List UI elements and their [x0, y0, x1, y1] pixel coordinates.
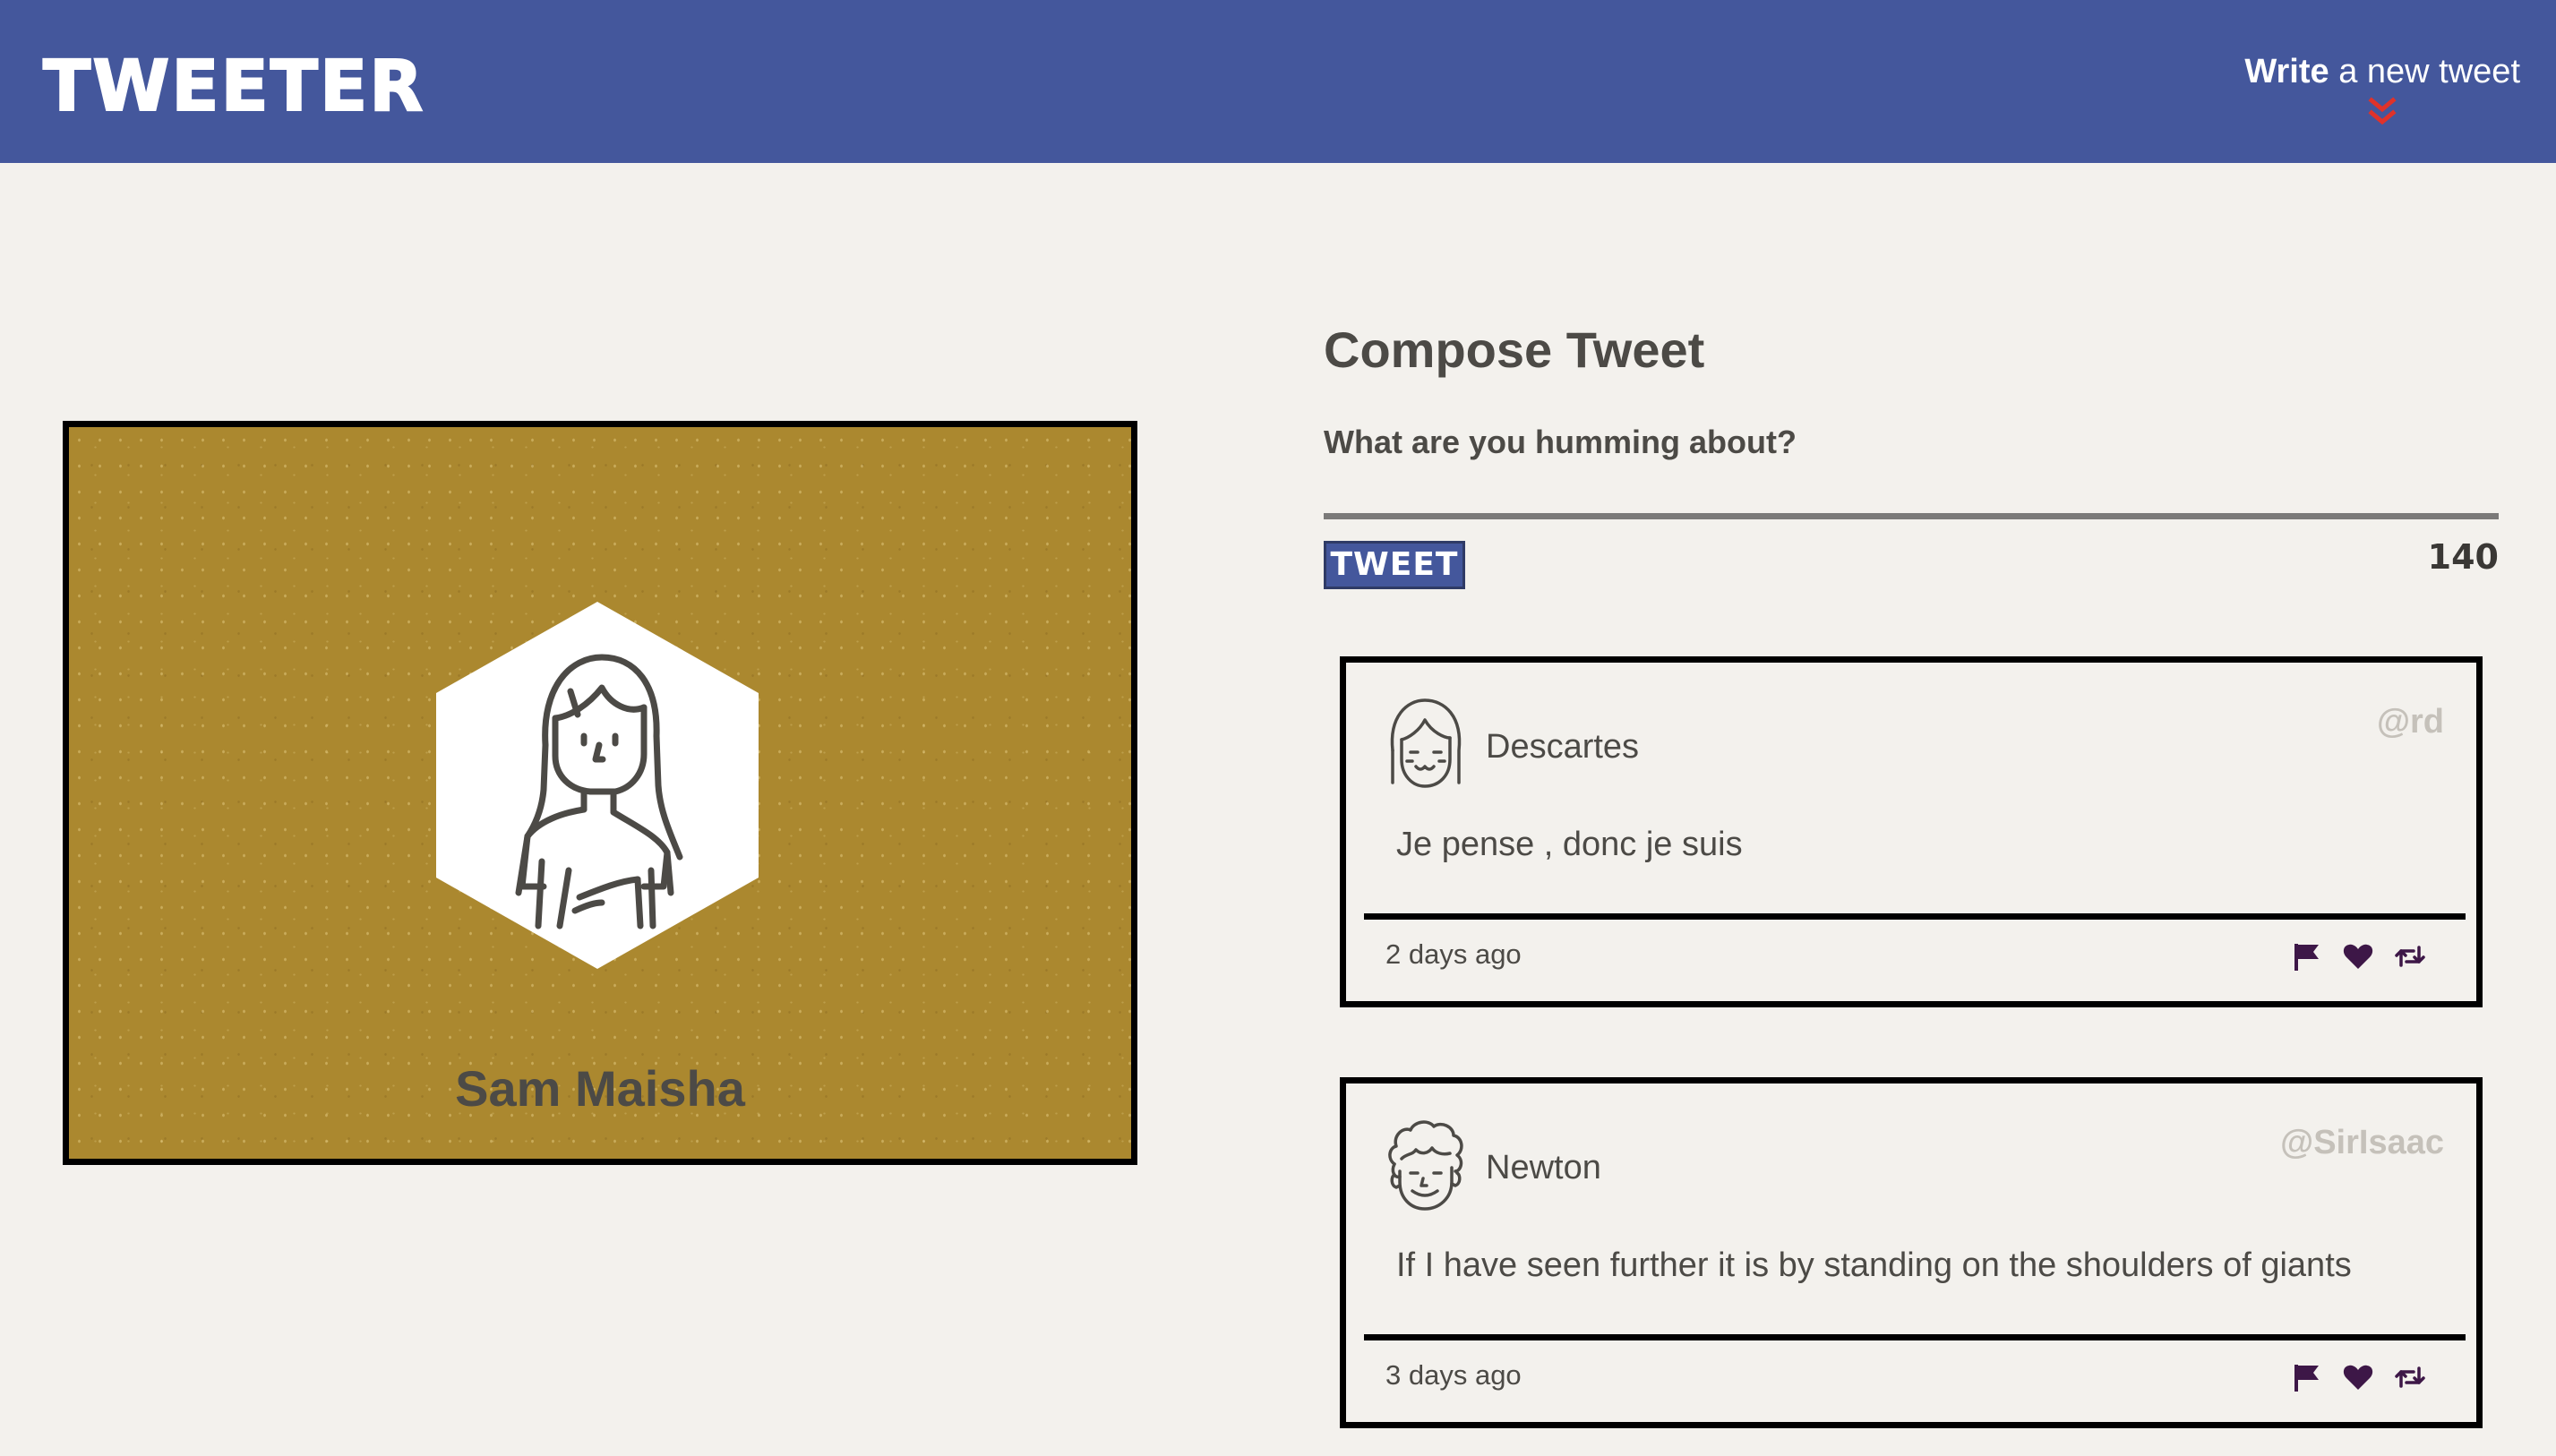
heart-icon[interactable] — [2342, 1361, 2374, 1393]
retweet-icon[interactable] — [2394, 940, 2426, 972]
tweet-author: Newton — [1486, 1149, 1601, 1186]
tweet-divider — [1364, 1334, 2466, 1340]
top-nav: TWEETER Write a new tweet — [0, 0, 2556, 163]
tweet-handle[interactable]: @SirIsaac — [2280, 1124, 2444, 1162]
profile-name: Sam Maisha — [455, 1060, 745, 1117]
double-chevron-down-icon[interactable] — [2366, 97, 2398, 129]
tweet-text: Je pense , donc je suis — [1396, 826, 1743, 863]
retweet-icon[interactable] — [2394, 1361, 2426, 1393]
tweet-actions — [2290, 938, 2426, 974]
profile-card: Sam Maisha — [63, 421, 1137, 1165]
tweet-text: If I have seen further it is by standing… — [1396, 1246, 2352, 1284]
character-counter: 140 — [2427, 537, 2499, 577]
tweet-card: Descartes @rd Je pense , donc je suis 2 … — [1340, 656, 2483, 1007]
compose-title: Compose Tweet — [1324, 321, 1705, 378]
tweet-card: Newton @SirIsaac If I have seen further … — [1340, 1077, 2483, 1428]
tweet-submit-button[interactable]: TWEET — [1324, 541, 1465, 589]
write-label-rest: a new tweet — [2329, 53, 2520, 90]
write-label-bold: Write — [2244, 53, 2329, 90]
tweet-author: Descartes — [1486, 728, 1640, 766]
tweet-text-input[interactable] — [1324, 448, 2499, 519]
brand-logo[interactable]: TWEETER — [42, 51, 425, 123]
curly-hair-avatar-icon — [1388, 1120, 1463, 1211]
flag-icon[interactable] — [2290, 940, 2322, 972]
tweet-timestamp: 2 days ago — [1385, 938, 1522, 970]
write-new-tweet-toggle[interactable]: Write a new tweet — [2234, 52, 2520, 133]
tweet-timestamp: 3 days ago — [1385, 1359, 1522, 1391]
tweet-divider — [1364, 913, 2466, 920]
bob-haircut-avatar-icon — [1390, 698, 1462, 788]
tweet-handle[interactable]: @rd — [2377, 703, 2444, 741]
tweet-actions — [2290, 1359, 2426, 1395]
flag-icon[interactable] — [2290, 1361, 2322, 1393]
write-new-tweet-label[interactable]: Write a new tweet — [2244, 52, 2520, 93]
woman-avatar-icon — [436, 602, 759, 969]
heart-icon[interactable] — [2342, 940, 2374, 972]
